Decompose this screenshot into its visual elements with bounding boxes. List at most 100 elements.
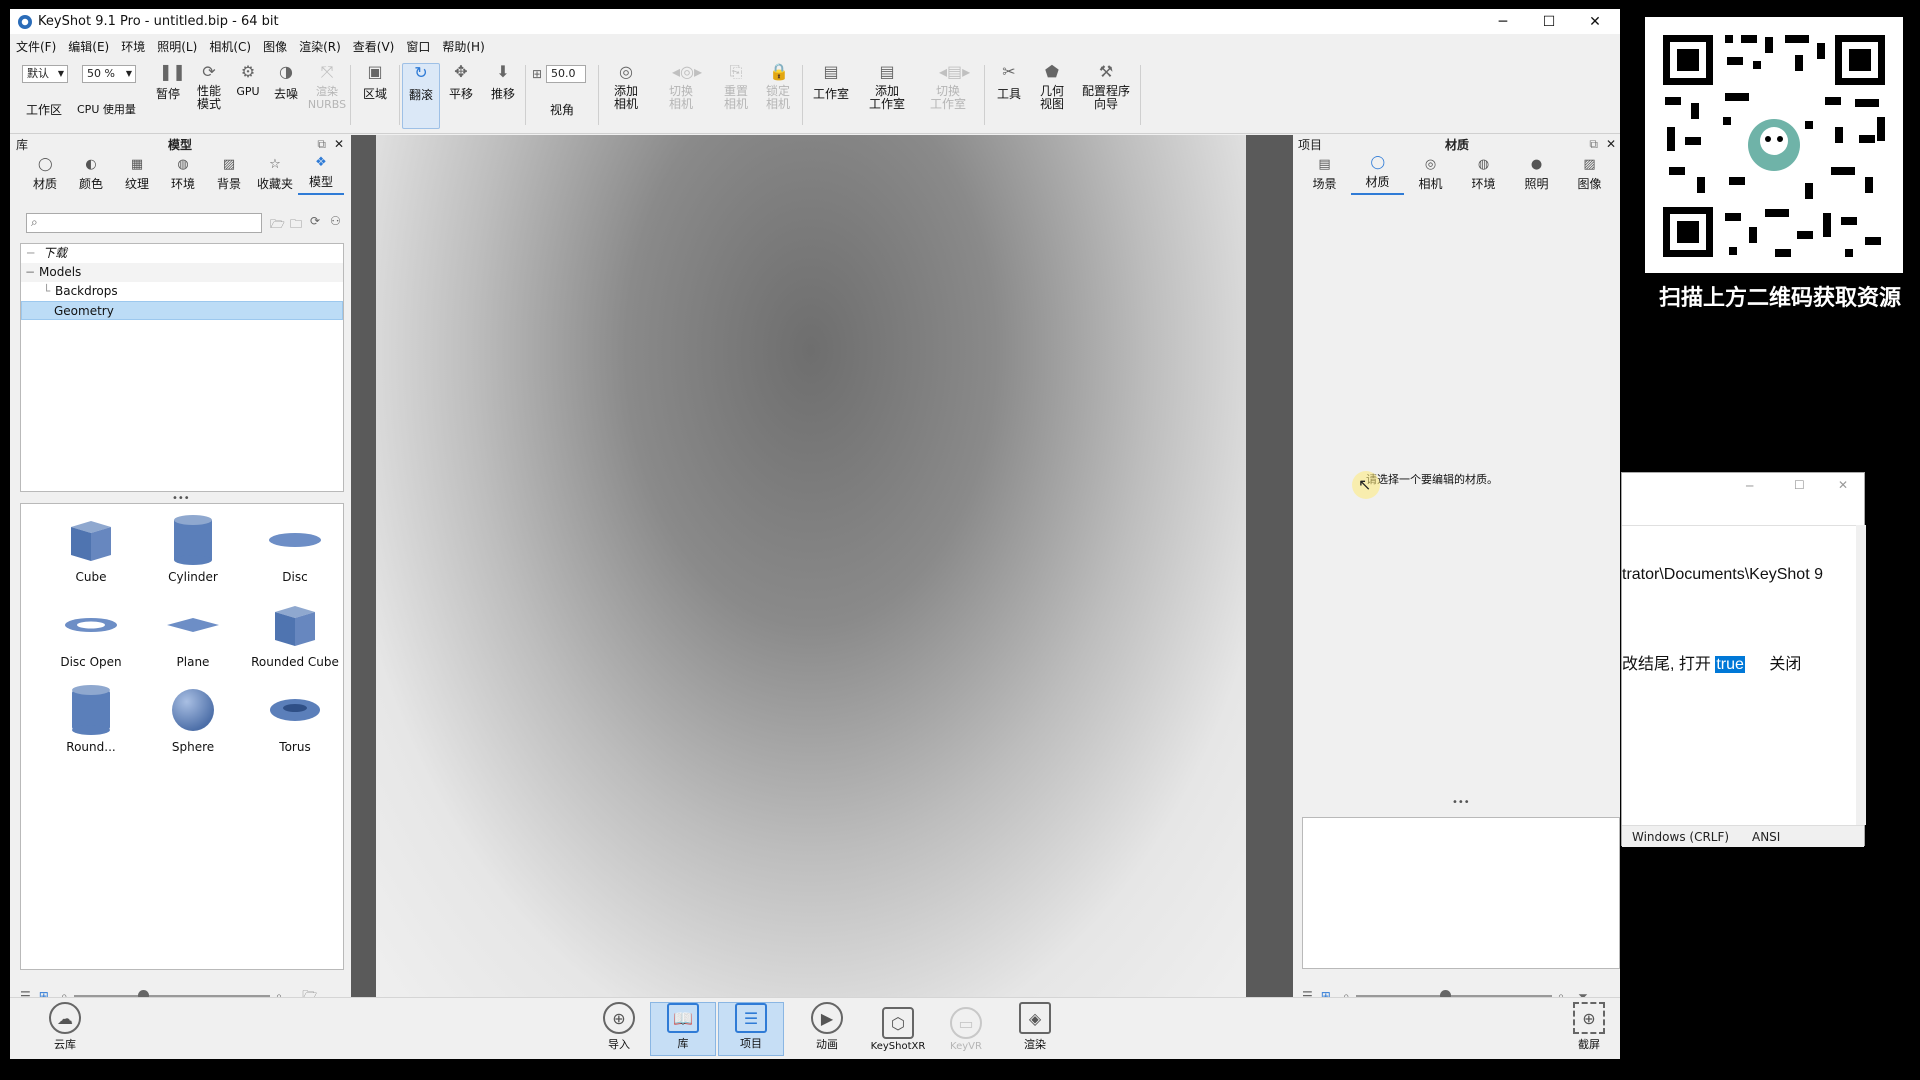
selected-text: true [1715, 656, 1745, 673]
pause-button[interactable]: ❚❚ 暂停 [148, 63, 188, 129]
region-button[interactable]: ▣ 区域 [355, 63, 395, 129]
menu-file[interactable]: 文件(F) [10, 38, 62, 55]
menu-image[interactable]: 图像 [257, 38, 293, 55]
add-studio-button[interactable]: ▤ 添加 工作室 [860, 63, 914, 129]
qr-code [1645, 17, 1903, 273]
keyshotxr-button[interactable]: ⬡ KeyShotXR [867, 1002, 929, 1056]
tree-item-geometry[interactable]: Geometry [21, 301, 343, 320]
tumble-button[interactable]: ↻ 翻滚 [402, 63, 440, 129]
add-studio-icon: ▤ [879, 62, 895, 81]
menu-help[interactable]: 帮助(H) [436, 38, 490, 55]
vertical-scrollbar[interactable] [1856, 525, 1866, 825]
screenshot-button[interactable]: ⊕ 截屏 [1562, 1002, 1616, 1056]
tab-camera[interactable]: ◎ 相机 [1404, 155, 1457, 195]
thumb-rounded-cube[interactable]: Rounded Cube [245, 595, 345, 677]
render-icon: ◈ [1019, 1002, 1051, 1034]
thumb-sphere[interactable]: Sphere [143, 680, 243, 762]
menu-render[interactable]: 渲染(R) [293, 38, 347, 55]
add-folder-icon[interactable]: 🗀 [290, 215, 302, 236]
bottom-ribbon: ☁ 云库 ⊕ 导入 📖 库 ☰ 项目 ▶ 动画 ⬡ KeyShotXR ▭ KeyVR ◈ 渲染… [10, 997, 1620, 1059]
switch-camera-button[interactable]: ◂◎▸ 切换 相机 [652, 63, 710, 129]
screenshot-icon: ⊕ [1573, 1002, 1605, 1034]
tab-models[interactable]: ❖ 模型 [298, 155, 344, 195]
cloud-library-button[interactable]: ☁ 云库 [38, 1002, 92, 1056]
gpu-button[interactable]: ⚙ GPU [230, 63, 266, 129]
menu-lighting[interactable]: 照明(L) [151, 38, 203, 55]
menu-camera[interactable]: 相机(C) [203, 38, 257, 55]
cpu-usage-select[interactable]: 50 % ▼ [82, 65, 136, 83]
library-tree: ─ 下载 − Models └ Backdrops Geometry [20, 243, 344, 492]
close-panel-icon[interactable]: ✕ [334, 137, 344, 151]
gpu-chip-icon: ⚙ [240, 62, 256, 81]
animation-button[interactable]: ▶ 动画 [800, 1002, 854, 1056]
tools-button[interactable]: ✂ 工具 [990, 63, 1028, 129]
line-ending-status: Windows (CRLF) [1632, 829, 1730, 844]
project-button[interactable]: ☰ 项目 [718, 1002, 784, 1056]
configurator-wizard-button[interactable]: ⚒ 配置程序 向导 [1076, 63, 1136, 129]
geometry-view-button[interactable]: ⬟ 几何 视图 [1032, 63, 1072, 129]
thumb-rounded-cylinder[interactable]: Round... [41, 680, 141, 762]
minimize-button[interactable]: ─ [1480, 9, 1526, 34]
cloud-icon: ☁ [49, 1002, 81, 1034]
open-folder-icon[interactable]: 🗁 [270, 215, 285, 236]
add-camera-button[interactable]: ◎ 添加 相机 [602, 63, 650, 129]
tab-backplates[interactable]: ▨ 背景 [206, 155, 252, 195]
maximize-button[interactable]: ☐ [1526, 9, 1572, 34]
tree-item-models[interactable]: − Models [21, 263, 343, 282]
tab-textures[interactable]: ▦ 纹理 [114, 155, 160, 195]
float-panel-icon[interactable]: ⧉ [317, 137, 326, 152]
splitter-handle[interactable]: ••• [1452, 797, 1470, 808]
render-viewport[interactable] [351, 135, 1293, 997]
minimize-button[interactable]: ─ [1746, 479, 1753, 493]
dolly-button[interactable]: ⬇ 推移 [484, 63, 522, 129]
lock-camera-button[interactable]: 🔒 锁定 相机 [758, 63, 798, 129]
import-button[interactable]: ⊕ 导入 [592, 1002, 646, 1056]
close-button[interactable]: ✕ [1838, 478, 1848, 492]
menu-environment[interactable]: 环境 [115, 38, 151, 55]
tab-environment[interactable]: ◍ 环境 [1457, 155, 1510, 195]
thumb-torus[interactable]: Torus [245, 680, 345, 762]
thumb-cube[interactable]: Cube [41, 510, 141, 592]
denoise-button[interactable]: ◑ 去噪 [266, 63, 306, 129]
switch-studio-button[interactable]: ◂▤▸ 切换 工作室 [918, 63, 978, 129]
tab-environments[interactable]: ◍ 环境 [160, 155, 206, 195]
render-nurbs-button[interactable]: ⤧ 渲染 NURBS [306, 63, 348, 129]
render-canvas[interactable] [376, 135, 1246, 997]
maximize-button[interactable]: ☐ [1794, 478, 1805, 492]
refresh-icon[interactable]: ⟳ [310, 214, 320, 228]
thumb-disc-open[interactable]: Disc Open [41, 595, 141, 677]
tab-colors[interactable]: ◐ 颜色 [68, 155, 114, 195]
menu-view[interactable]: 查看(V) [347, 38, 401, 55]
tab-material[interactable]: ◯ 材质 [1351, 155, 1404, 195]
keyshot-logo-icon [18, 14, 32, 29]
notepad-text-area[interactable]: trator\Documents\KeyShot 9 改结尾, 打开 true … [1622, 525, 1856, 825]
thumb-plane[interactable]: Plane [143, 595, 243, 677]
encoding-status: ANSI [1752, 829, 1781, 844]
workspace-select[interactable]: 默认 ▼ [22, 65, 68, 83]
library-search-input[interactable]: ⌕ [26, 213, 262, 233]
share-icon[interactable]: ⚇ [330, 214, 341, 228]
thumb-disc[interactable]: Disc [245, 510, 345, 592]
render-button[interactable]: ◈ 渲染 [1008, 1002, 1062, 1056]
tab-lighting[interactable]: ● 照明 [1510, 155, 1563, 195]
menu-edit[interactable]: 编辑(E) [62, 38, 115, 55]
thumb-cylinder[interactable]: Cylinder [143, 510, 243, 592]
studio-button[interactable]: ▤ 工作室 [807, 63, 855, 129]
float-panel-icon[interactable]: ⧉ [1589, 137, 1598, 152]
menu-window[interactable]: 窗口 [400, 38, 436, 55]
pan-button[interactable]: ✥ 平移 [442, 63, 480, 129]
tree-item-downloads[interactable]: ─ 下载 [21, 244, 343, 263]
tab-scene[interactable]: ▤ 场景 [1298, 155, 1351, 195]
close-panel-icon[interactable]: ✕ [1606, 137, 1616, 151]
tab-materials[interactable]: ◯ 材质 [22, 155, 68, 195]
tab-image[interactable]: ▨ 图像 [1563, 155, 1616, 195]
tree-item-backdrops[interactable]: └ Backdrops [21, 282, 343, 301]
tab-favorites[interactable]: ☆ 收藏夹 [252, 155, 298, 195]
nurbs-icon: ⤧ [320, 62, 334, 81]
fov-input[interactable]: 50.0 [546, 65, 586, 83]
reset-camera-button[interactable]: ⎘ 重置 相机 [716, 63, 756, 129]
library-button[interactable]: 📖 库 [650, 1002, 716, 1056]
close-button[interactable]: ✕ [1572, 9, 1618, 34]
performance-mode-button[interactable]: ⟳ 性能 模式 [188, 63, 230, 129]
keyvr-button[interactable]: ▭ KeyVR [939, 1002, 993, 1056]
